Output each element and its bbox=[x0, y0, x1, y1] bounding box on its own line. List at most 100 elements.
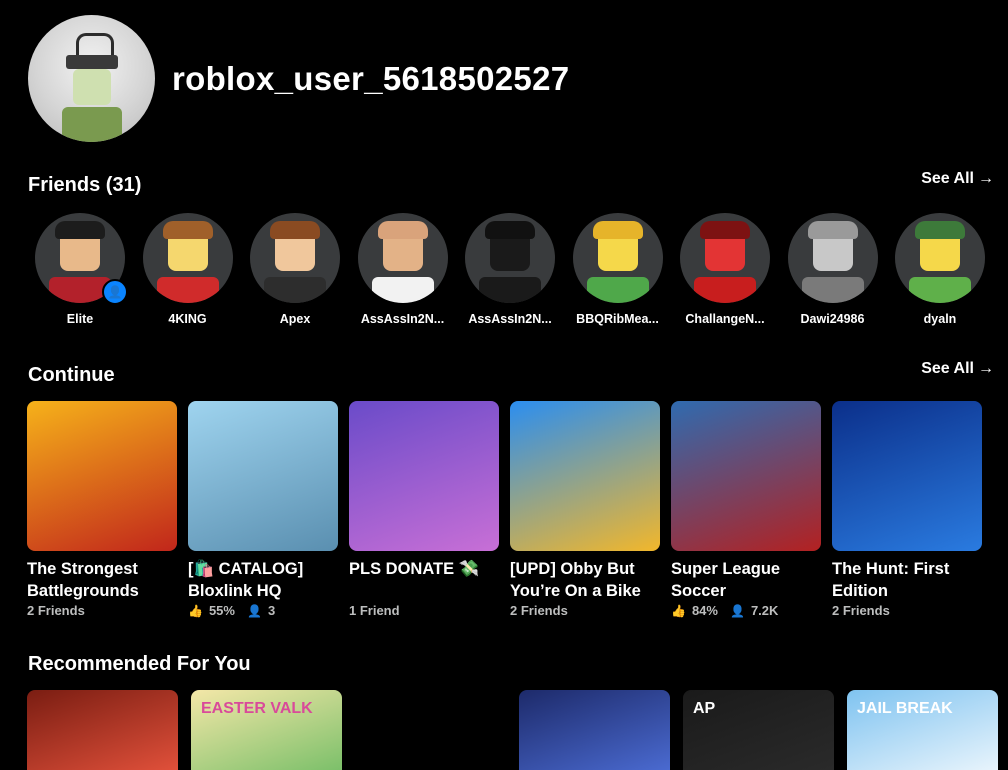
game-title[interactable]: PLS DONATE 💸 bbox=[349, 558, 499, 602]
avatar-hair-graphic bbox=[807, 221, 858, 239]
game-title[interactable]: [🛍️ CATALOG] Bloxlink HQ bbox=[188, 558, 338, 602]
players-icon: 👤 bbox=[729, 603, 745, 618]
friend-item[interactable]: AssAssIn2N... bbox=[465, 213, 555, 326]
friends-see-all-button[interactable]: See All → bbox=[921, 170, 994, 188]
recommended-game-thumbnail[interactable] bbox=[519, 690, 670, 770]
game-title[interactable]: The Strongest Battlegrounds bbox=[27, 558, 177, 602]
friends-list: 👤 Elite 4KING Apex AssAssIn2N... AssAssIn2N..… bbox=[35, 213, 985, 326]
game-thumbnail[interactable] bbox=[671, 401, 821, 551]
rating-value: 84% bbox=[691, 603, 718, 618]
avatar-body-graphic bbox=[371, 277, 434, 303]
game-meta: 2 Friends bbox=[510, 603, 660, 618]
friend-item[interactable]: ChallangeN... bbox=[680, 213, 770, 326]
friend-name: 4KING bbox=[168, 312, 207, 326]
game-thumbnail[interactable] bbox=[832, 401, 982, 551]
avatar-hair-graphic bbox=[377, 221, 428, 239]
recommended-game-thumbnail[interactable] bbox=[27, 690, 178, 770]
avatar-body-graphic bbox=[264, 277, 326, 303]
recommended-game-thumbnail[interactable]: AP bbox=[683, 690, 834, 770]
friend-avatar-wrap bbox=[465, 213, 555, 303]
avatar-body-graphic bbox=[694, 277, 756, 303]
friend-name: dyaln bbox=[923, 312, 957, 326]
friend-item[interactable]: AssAssIn2N... bbox=[357, 213, 448, 326]
players-icon: 👤 bbox=[246, 603, 262, 618]
game-card[interactable]: [UPD] Obby But You’re On a Bike 2 Friends bbox=[510, 401, 660, 618]
continue-list: The Strongest Battlegrounds 2 Friends [🛍️ … bbox=[27, 401, 982, 618]
avatar-hair-graphic bbox=[592, 221, 643, 239]
friend-item[interactable]: Apex bbox=[250, 213, 340, 326]
online-status-icon: 👤 bbox=[102, 279, 128, 305]
friend-avatar-wrap: 👤 bbox=[35, 213, 128, 305]
recommended-game-thumbnail[interactable]: EASTER VALK bbox=[191, 690, 342, 770]
friend-avatar[interactable] bbox=[142, 213, 233, 303]
avatar-hair-graphic bbox=[915, 221, 965, 239]
hat-brim-graphic bbox=[66, 55, 118, 69]
game-card[interactable]: The Hunt: First Edition 2 Friends bbox=[832, 401, 982, 618]
game-thumbnail[interactable] bbox=[188, 401, 338, 551]
game-thumbnail[interactable] bbox=[27, 401, 177, 551]
friend-item[interactable]: 👤 Elite bbox=[35, 213, 128, 326]
friend-avatar[interactable] bbox=[357, 213, 448, 303]
game-card[interactable]: [🛍️ CATALOG] Bloxlink HQ 👍 55% 👤 3 bbox=[188, 401, 338, 618]
recommended-game-thumbnail[interactable]: JAIL BREAK bbox=[847, 690, 998, 770]
friend-avatar[interactable] bbox=[465, 213, 555, 303]
friend-item[interactable]: Dawi24986 bbox=[787, 213, 878, 326]
game-meta: 2 Friends bbox=[832, 603, 982, 618]
continue-title[interactable]: Continue bbox=[28, 364, 115, 387]
friend-avatar[interactable] bbox=[787, 213, 878, 303]
friends-playing-text: 1 Friend bbox=[349, 603, 400, 618]
game-meta: 2 Friends bbox=[27, 603, 177, 618]
recommended-game-thumbnail[interactable] bbox=[355, 690, 506, 770]
see-all-label: See All bbox=[921, 360, 974, 377]
game-meta: 👍 55% 👤 3 bbox=[188, 603, 338, 618]
thumbs-up-icon: 👍 bbox=[671, 603, 686, 618]
game-card[interactable]: PLS DONATE 💸 1 Friend bbox=[349, 401, 499, 618]
friend-item[interactable]: 4KING bbox=[142, 213, 233, 326]
arrow-right-icon: → bbox=[978, 170, 994, 187]
game-thumbnail[interactable] bbox=[349, 401, 499, 551]
friend-avatar-wrap bbox=[357, 213, 448, 303]
game-card[interactable]: Super League Soccer 👍 84% 👤 7.2K bbox=[671, 401, 821, 618]
friend-item[interactable]: BBQRibMea... bbox=[572, 213, 663, 326]
avatar-hair-graphic bbox=[700, 221, 750, 239]
thumbnail-logo-text: JAIL BREAK bbox=[857, 700, 953, 717]
game-title[interactable]: [UPD] Obby But You’re On a Bike bbox=[510, 558, 660, 602]
see-all-label: See All bbox=[921, 170, 974, 187]
avatar-hair-graphic bbox=[485, 221, 535, 239]
friend-name: ChallangeN... bbox=[685, 312, 765, 326]
avatar-hair-graphic bbox=[55, 221, 105, 239]
continue-see-all-button[interactable]: See All → bbox=[921, 360, 994, 378]
friends-title[interactable]: Friends (31) bbox=[28, 174, 141, 197]
friend-name: AssAssIn2N... bbox=[360, 312, 445, 326]
avatar-body-graphic bbox=[909, 277, 971, 303]
rating-value: 55% bbox=[208, 603, 235, 618]
game-meta: 👍 84% 👤 7.2K bbox=[671, 603, 821, 618]
game-title[interactable]: The Hunt: First Edition bbox=[832, 558, 982, 602]
friend-avatar-wrap bbox=[895, 213, 985, 303]
friend-avatar-wrap bbox=[680, 213, 770, 303]
avatar-hair-graphic bbox=[270, 221, 320, 239]
friend-item[interactable]: dyaln bbox=[895, 213, 985, 326]
game-title[interactable]: Super League Soccer bbox=[671, 558, 821, 602]
username[interactable]: roblox_user_5618502527 bbox=[172, 60, 569, 98]
friend-avatar[interactable] bbox=[895, 213, 985, 303]
friend-avatar[interactable] bbox=[680, 213, 770, 303]
friend-name: Dawi24986 bbox=[800, 312, 865, 326]
friend-name: Elite bbox=[66, 312, 94, 326]
friend-avatar[interactable] bbox=[250, 213, 340, 303]
friend-name: AssAssIn2N... bbox=[468, 312, 552, 326]
thumbnail-logo-text: EASTER VALK bbox=[201, 700, 313, 717]
game-thumbnail[interactable] bbox=[510, 401, 660, 551]
game-card[interactable]: The Strongest Battlegrounds 2 Friends bbox=[27, 401, 177, 618]
thumbs-up-icon: 👍 bbox=[188, 603, 203, 618]
friend-avatar-wrap bbox=[572, 213, 663, 303]
friend-avatar-wrap bbox=[250, 213, 340, 303]
recommended-title[interactable]: Recommended For You bbox=[28, 653, 251, 676]
avatar-body-graphic bbox=[479, 277, 541, 303]
user-avatar[interactable] bbox=[28, 15, 155, 142]
recommended-list: EASTER VALK AP JAIL BREAK bbox=[27, 690, 998, 770]
players-value: 7.2K bbox=[750, 603, 779, 618]
friends-playing-text: 2 Friends bbox=[832, 603, 890, 618]
friend-avatar[interactable] bbox=[572, 213, 663, 303]
arrow-right-icon: → bbox=[978, 360, 994, 377]
